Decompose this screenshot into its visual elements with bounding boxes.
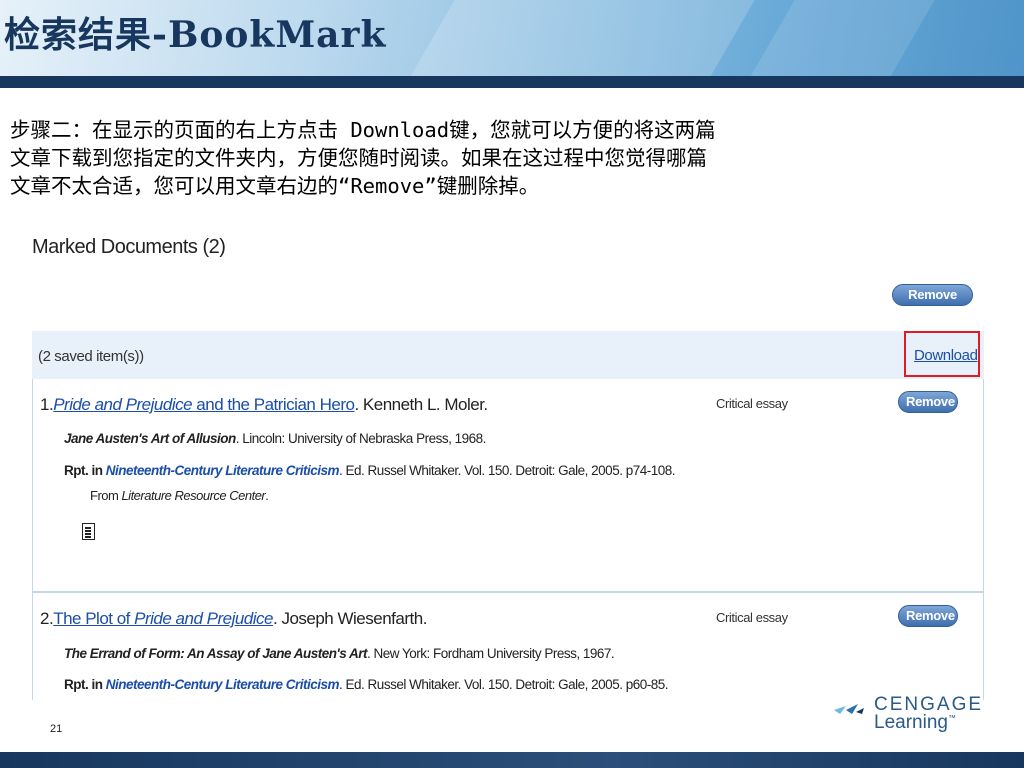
marked-documents-screenshot: Marked Documents (2) Remove All (2 saved…	[28, 228, 988, 700]
result-number: 2.	[40, 609, 54, 628]
result-item: 2.The Plot of Pride and Prejudice. Josep…	[32, 591, 984, 700]
result-from-line: From Literature Resource Center.	[90, 488, 269, 503]
result-author: . Joseph Wiesenfarth.	[273, 609, 427, 628]
result-source-line: Jane Austen's Art of Allusion. Lincoln: …	[64, 431, 486, 446]
saved-items-bar: (2 saved item(s))	[32, 331, 984, 379]
result-doc-type: Critical essay	[716, 396, 788, 411]
instruction-line: 文章下载到您指定的文件夹内，方便您随时阅读。如果在这过程中您觉得哪篇	[10, 146, 707, 170]
reprint-source-link[interactable]: Nineteenth-Century Literature Criticism	[106, 677, 340, 692]
title-banner: 检索结果-BookMark	[0, 0, 1024, 76]
result-title-line: 1.Pride and Prejudice and the Patrician …	[40, 395, 488, 415]
result-author: . Kenneth L. Moler.	[354, 395, 488, 414]
footer-bar	[0, 752, 1024, 768]
cengage-logo-icon	[834, 704, 864, 714]
result-doc-type: Critical essay	[716, 610, 788, 625]
result-reprint-line: Rpt. in Nineteenth-Century Literature Cr…	[64, 463, 675, 478]
reprint-source-link[interactable]: Nineteenth-Century Literature Criticism	[106, 463, 340, 478]
result-number: 1.	[40, 395, 54, 414]
instruction-line: 文章不太合适，您可以用文章右边的“Remove”键删除掉。	[10, 174, 540, 198]
cengage-learning-logo: CENGAGE Learning™	[832, 694, 992, 740]
result-title-link[interactable]: The Plot of Pride and Prejudice	[53, 609, 273, 628]
remove-button[interactable]: Remove	[898, 391, 958, 413]
slide-title: 检索结果-BookMark	[4, 14, 387, 56]
result-reprint-line: Rpt. in Nineteenth-Century Literature Cr…	[64, 677, 668, 692]
result-item: 1.Pride and Prejudice and the Patrician …	[32, 379, 984, 591]
remove-all-button[interactable]: Remove All	[892, 284, 973, 322]
result-title-link[interactable]: Pride and Prejudice and the Patrician He…	[53, 395, 355, 414]
page-number: 21	[50, 723, 63, 735]
document-icon[interactable]	[82, 523, 95, 540]
result-source-line: The Errand of Form: An Assay of Jane Aus…	[64, 646, 615, 661]
saved-count: (2 saved item(s))	[38, 348, 144, 365]
logo-sub-text: Learning™	[874, 712, 956, 733]
download-link[interactable]: Download	[914, 347, 978, 364]
download-highlight-box: Download	[904, 331, 980, 377]
marked-documents-heading: Marked Documents (2)	[32, 236, 226, 258]
title-divider	[0, 76, 1024, 88]
instruction-line: 步骤二：在显示的页面的右上方点击 Download键，您就可以方便的将这两篇	[10, 118, 716, 142]
instruction-text: 步骤二：在显示的页面的右上方点击 Download键，您就可以方便的将这两篇 文…	[10, 116, 1000, 200]
result-title-line: 2.The Plot of Pride and Prejudice. Josep…	[40, 609, 427, 629]
remove-button[interactable]: Remove	[898, 605, 958, 627]
